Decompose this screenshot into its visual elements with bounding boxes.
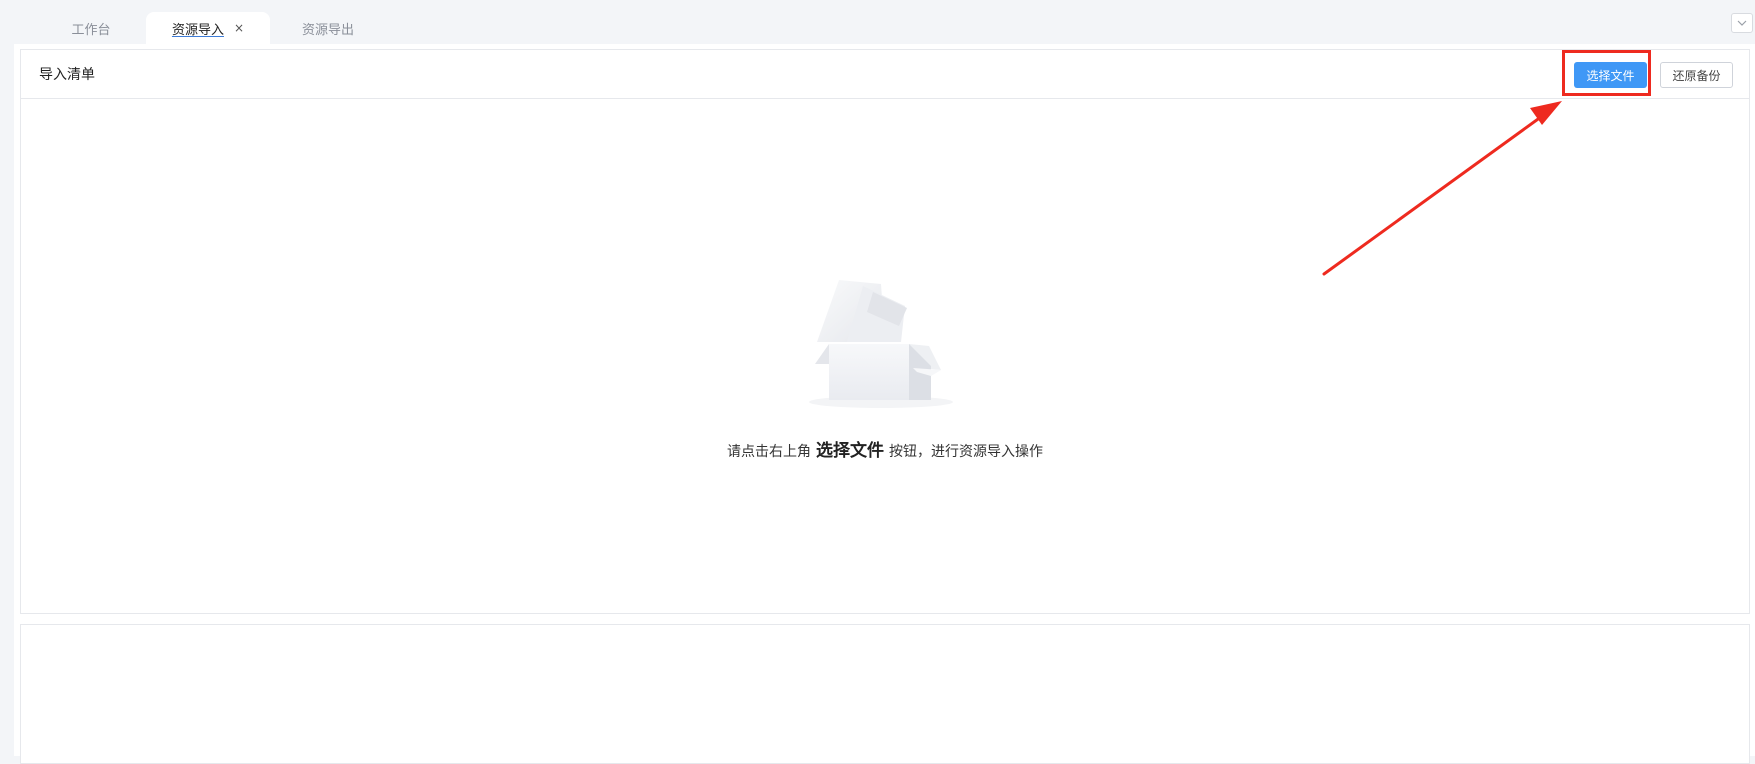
tab-resource-export[interactable]: 资源导出 [270,12,386,44]
close-icon[interactable]: × [234,22,244,34]
tab-dropdown-button[interactable] [1731,13,1753,33]
empty-message-prefix: 请点击右上角 [727,444,811,460]
panel-header: 导入清单 选择文件 还原备份 [21,50,1749,99]
tab-resource-import-label: 资源导入 [171,22,224,38]
restore-backup-button[interactable]: 还原备份 [1660,62,1733,88]
tab-bar: 工作台 资源导入 × 资源导出 [0,0,1755,44]
tab-workbench[interactable]: 工作台 [36,12,146,44]
main-card: 导入清单 选择文件 还原备份 请点击右上角 选择文件 按钮，进行资源导入操作 [14,44,1755,764]
chevron-down-icon [1737,20,1747,26]
tab-workbench-label: 工作台 [71,22,111,38]
empty-box-icon [809,280,953,408]
tab-resource-export-label: 资源导出 [301,22,354,38]
empty-message-suffix: 按钮，进行资源导入操作 [889,444,1043,460]
import-list-panel: 导入清单 选择文件 还原备份 请点击右上角 选择文件 按钮，进行资源导入操作 [20,49,1750,614]
empty-message-emphasis: 选择文件 [816,441,884,461]
select-file-button[interactable]: 选择文件 [1574,62,1647,88]
empty-message: 请点击右上角 选择文件 按钮，进行资源导入操作 [21,436,1749,461]
panel-title: 导入清单 [39,67,95,83]
secondary-panel [20,624,1750,764]
tab-resource-import[interactable]: 资源导入 × [146,12,270,44]
